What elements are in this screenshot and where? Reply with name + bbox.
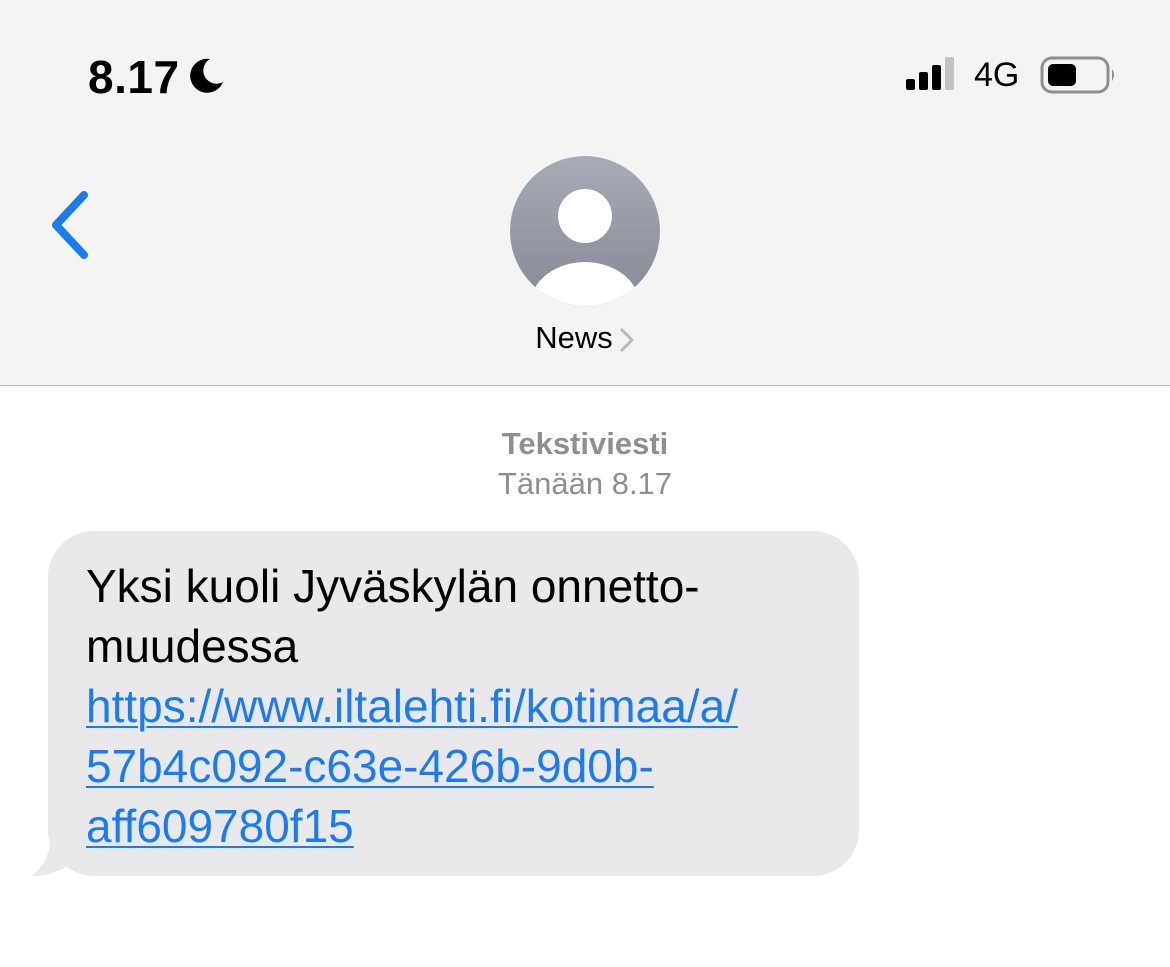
contact-name[interactable]: News [0, 320, 1170, 356]
moon-icon [190, 58, 223, 93]
message-meta: Tekstiviesti Tänään 8.17 [0, 424, 1170, 504]
person-silhouette-icon[interactable] [510, 156, 660, 306]
message-timestamp: Tänään 8.17 [497, 466, 673, 501]
network-type: 4G [974, 56, 1020, 94]
message-text-line: muudessa [86, 620, 299, 672]
message-text-line: Yksi kuoli Jyväskylän onnetto- [86, 560, 700, 612]
message-kind: Tekstiviesti [501, 426, 669, 461]
conversation-header: 8.17 4G News [0, 0, 1170, 386]
cellular-signal-icon [906, 57, 954, 90]
message-link[interactable]: https://www.iltalehti.fi/kotimaa/a/ 57b4… [86, 676, 846, 856]
message-link-line[interactable]: https://www.iltalehti.fi/kotimaa/a/ [86, 676, 846, 736]
message-text: Yksi kuoli Jyväskylän onnetto- muudessa … [86, 556, 846, 856]
message-link-line[interactable]: 57b4c092-c63e-426b-9d0b- [86, 736, 846, 796]
status-time: 8.17 [88, 51, 180, 103]
back-button[interactable] [40, 185, 100, 265]
contact-name-label: News [535, 320, 613, 355]
battery-icon [1040, 56, 1114, 94]
chevron-right-icon [620, 328, 634, 352]
message-link-line[interactable]: aff609780f15 [86, 800, 354, 852]
